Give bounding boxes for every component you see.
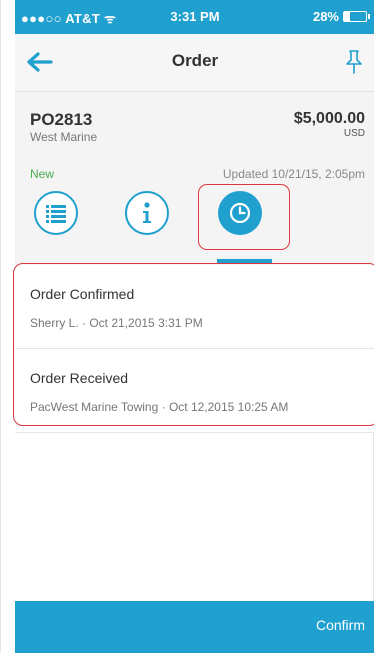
pin-icon (346, 50, 362, 74)
updated-timestamp: Updated 10/21/15, 2:05pm (222, 167, 365, 181)
order-currency: USD (343, 128, 365, 139)
confirm-button[interactable]: Confirm (316, 617, 365, 633)
status-bar: ●●●○○ AT&T ᯤ 3:31 PM 28% (15, 0, 374, 34)
battery-status: 28% (312, 9, 370, 24)
status-badge: New (30, 167, 55, 181)
battery-fill (344, 12, 351, 21)
order-summary: PO2813 West Marine $5,000.00 USD New Upd… (15, 92, 374, 265)
list-item[interactable]: Order Received PacWest Marine Towing · O… (15, 349, 374, 433)
nav-bar: Order (15, 34, 374, 92)
battery-icon (343, 11, 370, 22)
pin-button[interactable] (343, 48, 365, 76)
page-title: Order (171, 51, 219, 70)
bottom-bar: Confirm (15, 601, 374, 653)
app-frame: ●●●○○ AT&T ᯤ 3:31 PM 28% Order PO2813 We… (0, 0, 374, 653)
tab-details[interactable] (34, 191, 78, 235)
order-amount: $5,000.00 (293, 110, 365, 127)
event-meta: Sherry L. · Oct 21,2015 3:31 PM (30, 316, 203, 330)
event-title: Order Received (30, 370, 129, 386)
list-item[interactable]: Order Confirmed Sherry L. · Oct 21,2015 … (15, 265, 374, 349)
battery-percent: 28% (312, 9, 339, 24)
clock-icon (229, 202, 251, 224)
vendor-name: West Marine (30, 130, 98, 144)
tab-history[interactable] (218, 191, 262, 235)
tab-info[interactable] (125, 191, 169, 235)
history-list: Order Confirmed Sherry L. · Oct 21,2015 … (15, 265, 374, 433)
po-number: PO2813 (30, 110, 93, 129)
event-meta: PacWest Marine Towing · Oct 12,2015 10:2… (30, 400, 289, 414)
active-tab-indicator (217, 259, 272, 263)
event-title: Order Confirmed (30, 286, 135, 302)
list-icon (46, 205, 66, 223)
info-icon (143, 202, 151, 223)
